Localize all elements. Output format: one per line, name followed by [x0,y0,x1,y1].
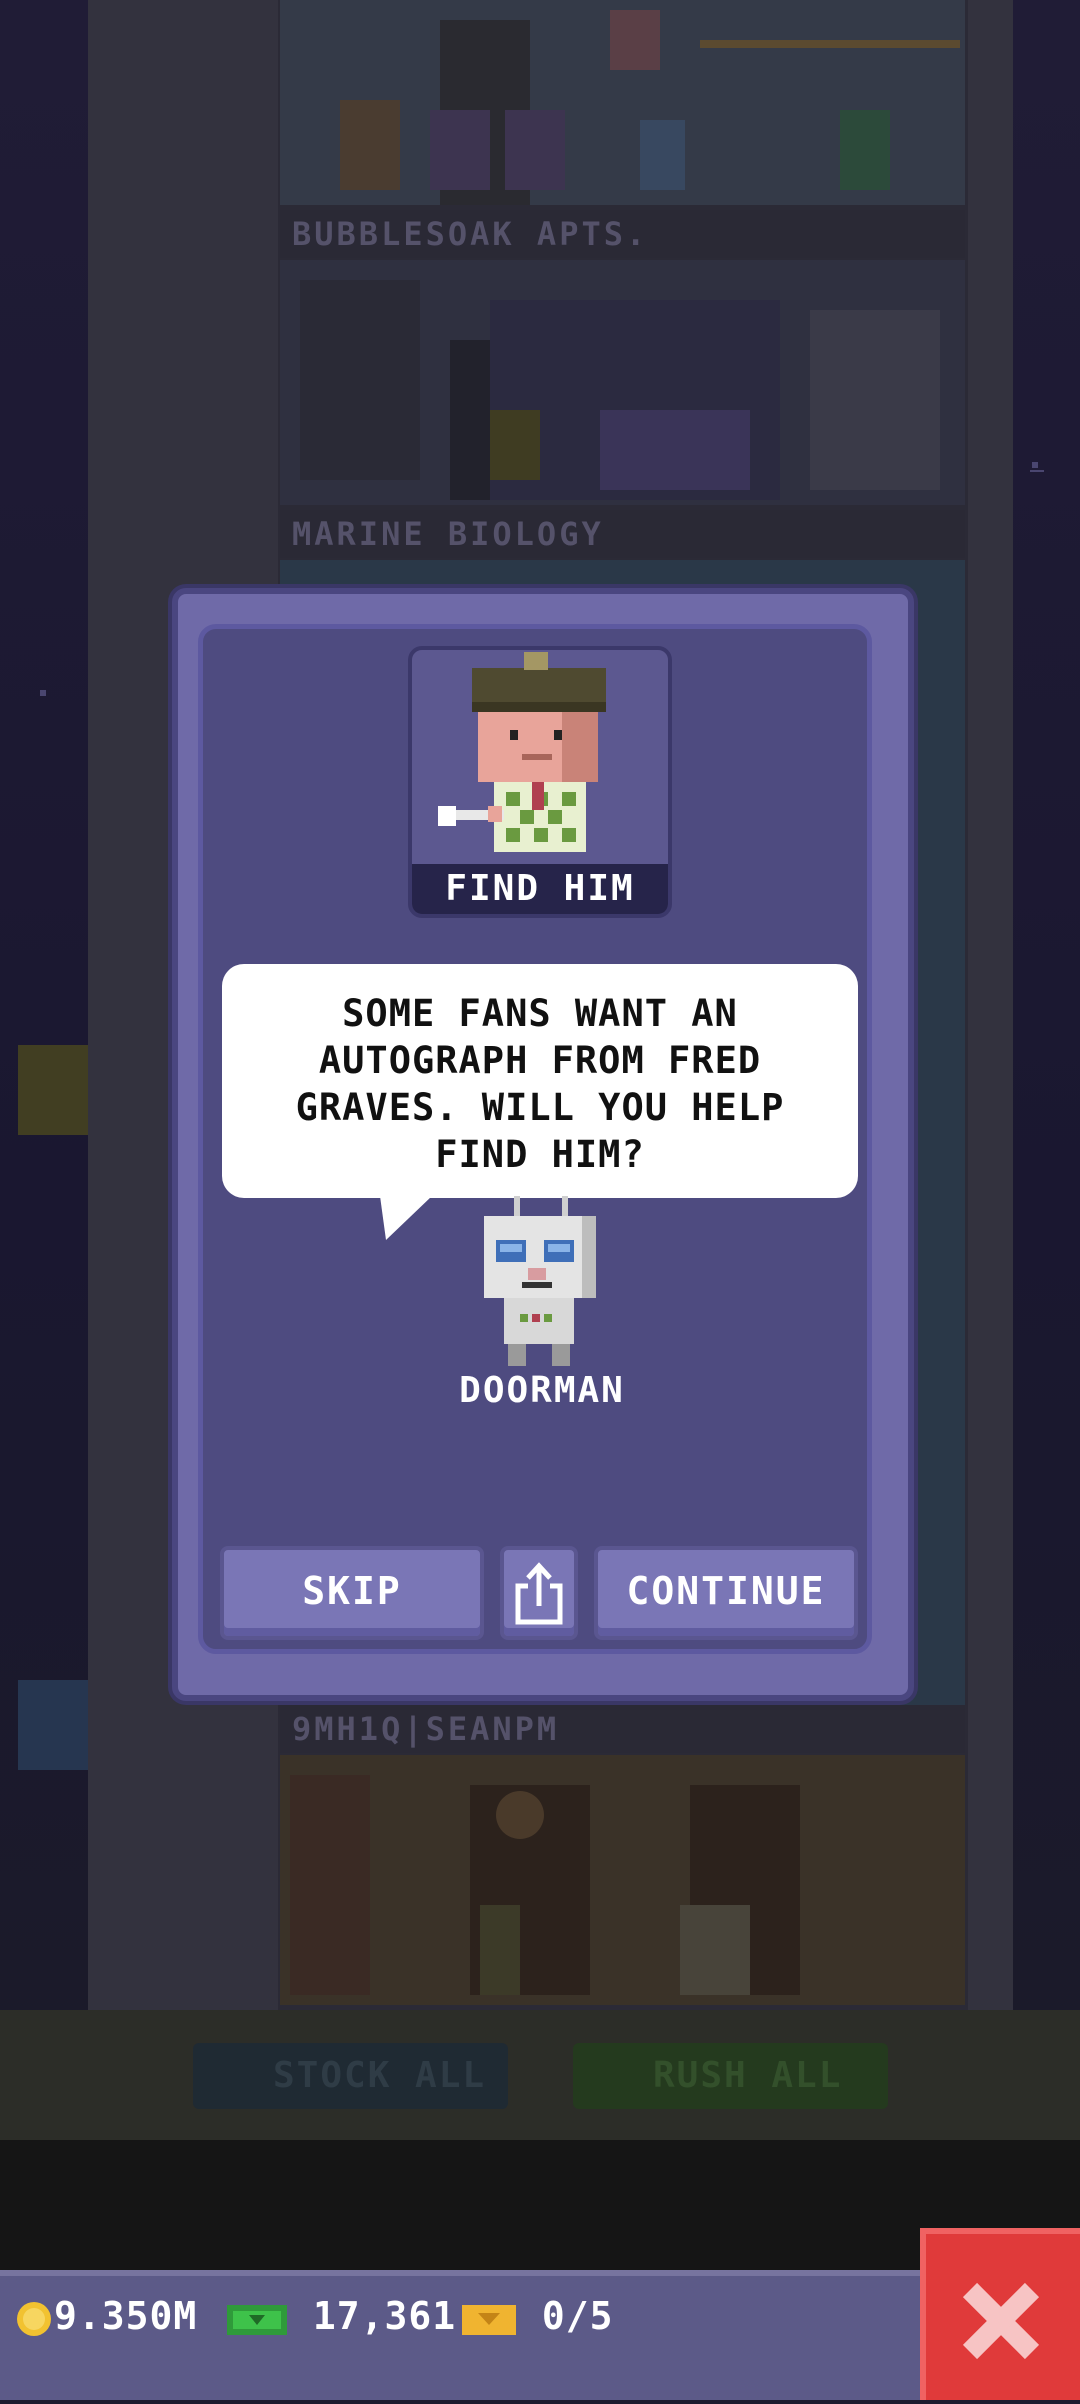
floor-room[interactable] [280,1755,965,2005]
floor-label: MARINE BIOLOGY [280,510,965,558]
side-building-window [18,1045,88,1135]
tower-wall [968,0,1013,2010]
bux-value: 17,361 [312,2294,457,2338]
floor-room[interactable] [280,260,965,505]
speech-bubble-tail [380,1196,432,1240]
vip-ticket-icon [462,2304,516,2335]
stock-all-button[interactable]: STOCK ALL [193,2043,508,2109]
side-building-window [18,1680,88,1770]
floor-illustration [300,280,940,500]
tower-bux-icon [227,2304,287,2335]
rush-all-button[interactable]: RUSH ALL [573,2043,888,2109]
speaker-name: DOORMAN [459,1370,625,1411]
street-ground [0,2140,1080,2270]
residents-illustration [340,10,960,205]
share-button[interactable] [500,1546,578,1640]
star [1032,462,1038,468]
tickets-counter: 0/5 [460,2288,614,2344]
close-button[interactable] [920,2228,1080,2400]
star [40,690,46,696]
tickets-value: 0/5 [541,2294,614,2338]
floor-room[interactable] [280,0,965,205]
bux-counter: 17,361 [225,2288,456,2344]
coins-counter: 9.350M [14,2288,197,2344]
floor-label: BUBBLESOAK APTS. [280,210,965,258]
star [1030,470,1044,472]
floor-actions-bar [0,2010,1080,2140]
share-icon [515,1562,563,1625]
mission-portrait: FIND HIM [408,646,672,918]
portrait-label: FIND HIM [412,864,668,914]
fred-graves-avatar [438,652,606,852]
floor-label: 9MH1Q|SEANPM [280,1705,965,1753]
doorman-robot-avatar [484,1196,596,1366]
coin-icon [17,2301,51,2336]
skip-button[interactable]: SKIP [220,1546,484,1640]
coins-value: 9.350M [54,2294,198,2338]
lobby-illustration [290,1775,800,1995]
continue-button[interactable]: CONTINUE [594,1546,858,1640]
speech-bubble: SOME FANS WANT AN AUTOGRAPH FROM FRED GR… [222,964,858,1198]
close-icon [962,2282,1040,2360]
